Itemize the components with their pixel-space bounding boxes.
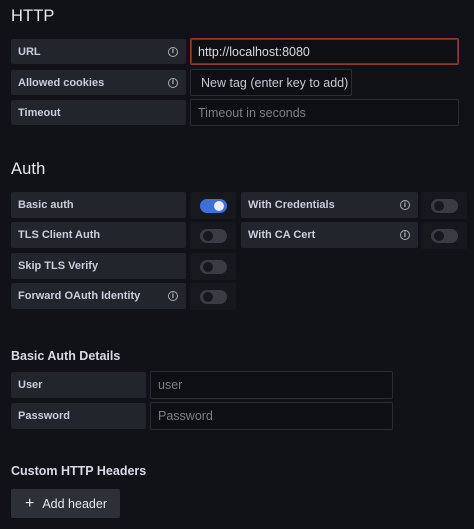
timeout-input[interactable]: Timeout in seconds (190, 99, 459, 126)
forward-oauth-label-text: Forward OAuth Identity (18, 290, 141, 302)
tls-client-auth-label-text: TLS Client Auth (18, 229, 101, 241)
password-label: Password (11, 403, 146, 429)
with-credentials-toggle-cell (421, 192, 467, 219)
allowed-cookies-label: Allowed cookies i (11, 70, 186, 95)
custom-headers-title: Custom HTTP Headers (11, 464, 147, 478)
tls-client-auth-toggle-cell (190, 222, 236, 249)
with-ca-cert-toggle-cell (421, 222, 467, 249)
info-icon[interactable]: i (168, 46, 178, 57)
user-label: User (11, 372, 146, 398)
allowed-cookies-label-text: Allowed cookies (18, 76, 105, 89)
skip-tls-verify-label: Skip TLS Verify (11, 253, 186, 279)
add-header-button[interactable]: + Add header (11, 489, 120, 518)
skip-tls-verify-toggle[interactable] (199, 259, 227, 274)
user-label-text: User (18, 379, 43, 391)
with-credentials-toggle[interactable] (430, 198, 458, 213)
http-section-title: HTTP (11, 7, 55, 25)
user-input[interactable]: user (150, 371, 393, 399)
with-ca-cert-label-text: With CA Cert (248, 229, 316, 241)
url-input[interactable]: http://localhost:8080 (190, 38, 459, 65)
skip-tls-verify-toggle-cell (190, 253, 236, 280)
basic-auth-details-title: Basic Auth Details (11, 349, 121, 363)
with-credentials-label: With Credentials i (241, 192, 418, 218)
tls-client-auth-label: TLS Client Auth (11, 222, 186, 248)
url-label: URL i (11, 39, 186, 64)
forward-oauth-toggle-cell (190, 283, 236, 310)
info-icon[interactable]: i (400, 230, 410, 240)
allowed-cookies-input[interactable]: New tag (enter key to add) (190, 69, 352, 96)
forward-oauth-label: Forward OAuth Identity i (11, 283, 186, 309)
basic-auth-label: Basic auth (11, 192, 186, 218)
basic-auth-toggle-cell (190, 192, 236, 219)
with-ca-cert-toggle[interactable] (430, 228, 458, 243)
datasource-settings: HTTP URL i http://localhost:8080 Allowed… (0, 0, 474, 529)
basic-auth-toggle[interactable] (199, 198, 227, 213)
add-header-button-label: Add header (42, 496, 107, 511)
info-icon[interactable]: i (400, 200, 410, 210)
with-ca-cert-label: With CA Cert i (241, 222, 418, 248)
plus-icon: + (25, 494, 35, 512)
skip-tls-verify-label-text: Skip TLS Verify (18, 260, 99, 272)
basic-auth-label-text: Basic auth (18, 199, 74, 211)
tls-client-auth-toggle[interactable] (199, 228, 227, 243)
password-input[interactable]: Password (150, 402, 393, 430)
timeout-label-text: Timeout (18, 106, 61, 119)
timeout-label: Timeout (11, 100, 186, 125)
url-label-text: URL (18, 45, 41, 58)
password-label-text: Password (18, 410, 70, 422)
auth-section-title: Auth (11, 160, 46, 178)
forward-oauth-toggle[interactable] (199, 289, 227, 304)
with-credentials-label-text: With Credentials (248, 199, 335, 211)
info-icon[interactable]: i (168, 77, 178, 88)
info-icon[interactable]: i (168, 291, 178, 301)
